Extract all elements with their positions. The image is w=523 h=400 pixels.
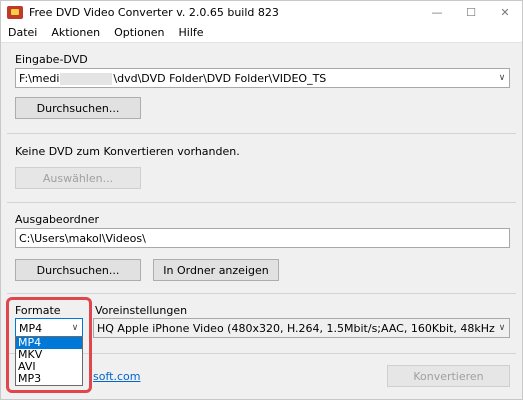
presets-label: Voreinstellungen (95, 304, 188, 317)
output-browse-button[interactable]: Durchsuchen... (15, 259, 141, 281)
select-title-button[interactable]: Auswählen... (15, 167, 141, 189)
chevron-down-icon[interactable]: ∨ (495, 323, 509, 333)
minimize-icon[interactable]: — (420, 1, 454, 23)
input-dvd-path-suffix: \dvd\DVD Folder\DVD Folder\VIDEO_TS (113, 71, 327, 85)
chevron-down-icon[interactable]: ∨ (495, 73, 509, 83)
output-folder-label: Ausgabeordner (15, 213, 100, 226)
show-in-folder-button[interactable]: In Ordner anzeigen (153, 259, 279, 281)
menu-hilfe[interactable]: Hilfe (172, 26, 211, 39)
annotation-highlight (6, 297, 92, 393)
menu-aktionen[interactable]: Aktionen (44, 26, 107, 39)
divider (7, 202, 516, 203)
close-icon[interactable]: ✕ (488, 1, 522, 23)
input-dvd-label: Eingabe-DVD (15, 53, 88, 66)
menu-optionen[interactable]: Optionen (107, 26, 171, 39)
window-title: Free DVD Video Converter v. 2.0.65 build… (29, 5, 279, 19)
window-controls: — ☐ ✕ (420, 1, 522, 23)
app-logo-icon (7, 5, 23, 19)
preset-select[interactable]: HQ Apple iPhone Video (480x320, H.264, 1… (93, 318, 510, 338)
app-window: Free DVD Video Converter v. 2.0.65 build… (0, 0, 523, 400)
divider (7, 133, 516, 134)
maximize-icon[interactable]: ☐ (454, 1, 488, 23)
website-link[interactable]: soft.com (93, 370, 140, 383)
menu-datei[interactable]: Datei (1, 26, 44, 39)
preset-selected-value: HQ Apple iPhone Video (480x320, H.264, 1… (97, 321, 495, 335)
input-browse-button[interactable]: Durchsuchen... (15, 97, 141, 119)
input-dvd-path-combo[interactable]: F:\medi \dvd\DVD Folder\DVD Folder\VIDEO_… (15, 68, 510, 88)
output-folder-input[interactable]: C:\Users\makol\Videos\ (15, 228, 510, 248)
convert-button[interactable]: Konvertieren (387, 365, 510, 387)
divider (7, 293, 516, 294)
output-folder-path: C:\Users\makol\Videos\ (19, 231, 146, 245)
redacted-path-segment (60, 72, 113, 85)
input-dvd-path-prefix: F:\medi (19, 71, 60, 85)
title-bar: Free DVD Video Converter v. 2.0.65 build… (1, 1, 522, 23)
menu-bar: Datei Aktionen Optionen Hilfe (1, 23, 522, 43)
dvd-status-message: Keine DVD zum Konvertieren vorhanden. (15, 145, 240, 158)
